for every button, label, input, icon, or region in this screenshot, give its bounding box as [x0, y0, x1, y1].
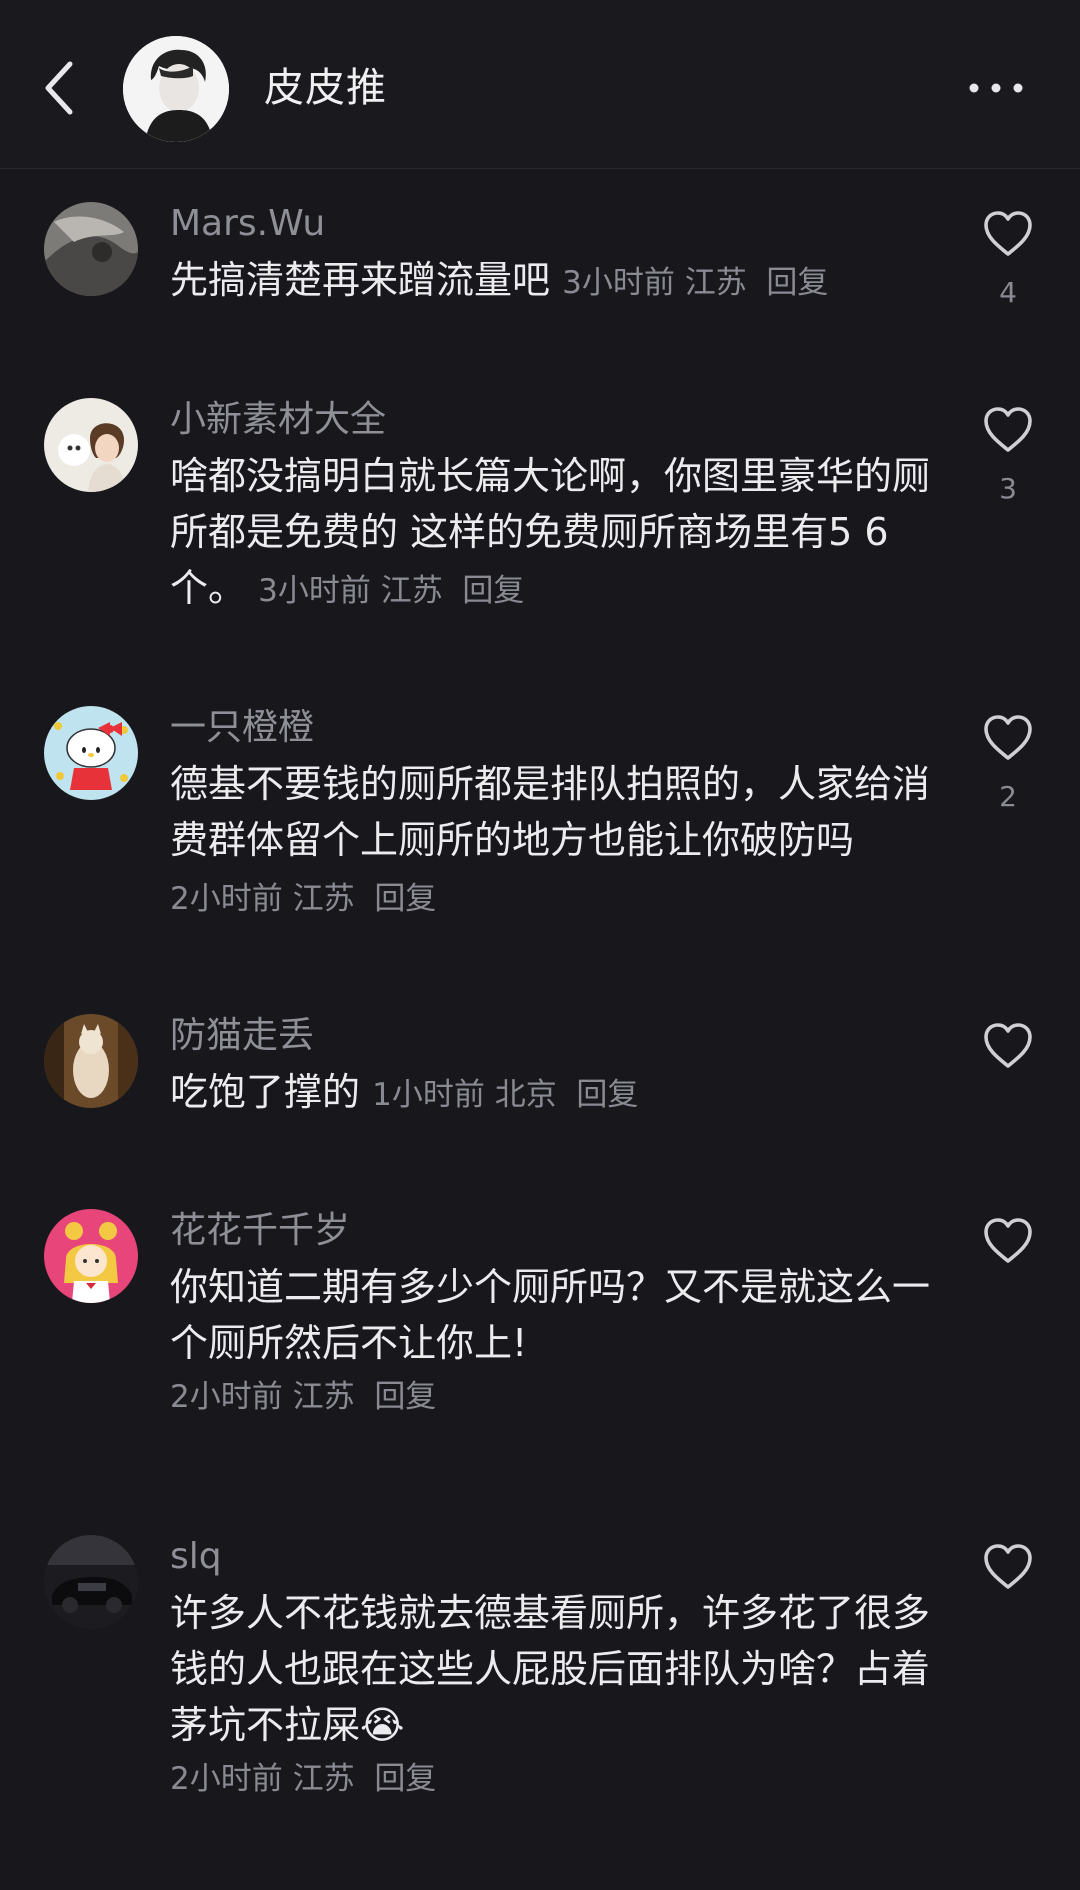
comment-location: 北京	[494, 1077, 557, 1113]
comment-text: 先搞清楚再来蹭流量吧 3小时前 江苏 回复	[170, 252, 930, 311]
commenter-avatar[interactable]	[44, 398, 138, 492]
comment-time: 3小时前	[562, 265, 675, 301]
like-button[interactable]	[980, 1018, 1036, 1074]
top-bar: 皮皮推	[0, 0, 1080, 169]
commenter-name[interactable]: Mars.Wu	[170, 200, 325, 248]
crying-emoji-icon: 😭	[360, 1703, 405, 1747]
comment-text: 许多人不花钱就去德基看厕所，许多花了很多钱的人也跟在这些人屁股后面排队为啥？占着…	[170, 1585, 930, 1753]
reply-button[interactable]: 回复	[766, 265, 828, 301]
like-button[interactable]	[980, 402, 1036, 458]
commenter-name[interactable]: 小新素材大全	[170, 396, 386, 444]
reply-button[interactable]: 回复	[374, 1761, 436, 1797]
comment-text: 德基不要钱的厕所都是排队拍照的，人家给消费群体留个上厕所的地方也能让你破防吗 2…	[170, 756, 930, 927]
comment-content: 许多人不花钱就去德基看厕所，许多花了很多钱的人也跟在这些人屁股后面排队为啥？占着…	[170, 1591, 931, 1747]
heart-outline-icon	[984, 1544, 1032, 1589]
comment-meta: 3小时前 江苏 回复	[562, 265, 828, 301]
comment-meta: 2小时前 江苏 回复	[170, 1369, 436, 1425]
comment-time: 2小时前	[170, 1379, 283, 1415]
comment-location: 江苏	[292, 881, 355, 917]
like-button[interactable]	[980, 710, 1036, 766]
comment-content: 你知道二期有多少个厕所吗？又不是就这么一个厕所然后不让你上!	[170, 1265, 931, 1365]
comment-meta: 3小时前 江苏 回复	[258, 573, 524, 609]
heart-outline-icon	[984, 1023, 1032, 1068]
heart-outline-icon	[984, 407, 1032, 452]
comment-content: 吃饱了撑的	[170, 1070, 361, 1114]
commenter-name[interactable]: slq	[170, 1533, 222, 1581]
like-button[interactable]	[980, 1213, 1036, 1269]
avatar-image	[123, 36, 229, 142]
back-button[interactable]	[38, 58, 82, 118]
like-button[interactable]	[980, 1539, 1036, 1595]
like-count: 3	[999, 472, 1017, 505]
comment-time: 1小时前	[372, 1077, 485, 1113]
comment-text: 吃饱了撑的 1小时前 北京 回复	[170, 1064, 930, 1123]
commenter-avatar[interactable]	[44, 1535, 138, 1629]
avatar-image	[44, 398, 138, 492]
chevron-left-icon	[45, 61, 73, 115]
comment-content: 德基不要钱的厕所都是排队拍照的，人家给消费群体留个上厕所的地方也能让你破防吗	[170, 762, 931, 862]
author-avatar[interactable]	[123, 36, 229, 142]
comment-location: 江苏	[292, 1379, 355, 1415]
comment-time: 2小时前	[170, 1761, 283, 1797]
avatar-image	[44, 706, 138, 800]
comment-time: 3小时前	[258, 573, 371, 609]
reply-button[interactable]: 回复	[576, 1077, 638, 1113]
like-button[interactable]	[980, 206, 1036, 262]
more-options-button[interactable]	[968, 80, 1024, 96]
like-count: 4	[999, 276, 1017, 309]
like-count: 2	[999, 780, 1017, 813]
comment-location: 江苏	[292, 1761, 355, 1797]
heart-outline-icon	[984, 1218, 1032, 1263]
comment-text: 啥都没搞明白就长篇大论啊，你图里豪华的厕所都是免费的 这样的免费厕所商场里有5 …	[170, 448, 930, 619]
comment-text: 你知道二期有多少个厕所吗？又不是就这么一个厕所然后不让你上!	[170, 1259, 930, 1371]
reply-button[interactable]: 回复	[374, 881, 436, 917]
comment-meta: 1小时前 北京 回复	[372, 1077, 638, 1113]
reply-button[interactable]: 回复	[462, 573, 524, 609]
commenter-avatar[interactable]	[44, 202, 138, 296]
comment-meta: 2小时前 江苏 回复	[170, 881, 436, 917]
avatar-image	[44, 1014, 138, 1108]
commenter-name[interactable]: 一只橙橙	[170, 704, 314, 752]
commenter-avatar[interactable]	[44, 1209, 138, 1303]
page-title: 皮皮推	[264, 65, 387, 111]
commenter-name[interactable]: 防猫走丢	[170, 1012, 314, 1060]
comment-meta: 2小时前 江苏 回复	[170, 1751, 436, 1807]
commenter-avatar[interactable]	[44, 706, 138, 800]
commenter-name[interactable]: 花花千千岁	[170, 1207, 350, 1255]
comment-location: 江苏	[380, 573, 443, 609]
avatar-image	[44, 1535, 138, 1629]
reply-button[interactable]: 回复	[374, 1379, 436, 1415]
avatar-image	[44, 202, 138, 296]
comment-time: 2小时前	[170, 881, 283, 917]
comment-location: 江苏	[684, 265, 747, 301]
commenter-avatar[interactable]	[44, 1014, 138, 1108]
avatar-image	[44, 1209, 138, 1303]
heart-outline-icon	[984, 211, 1032, 256]
more-horizontal-icon	[969, 83, 1023, 93]
heart-outline-icon	[984, 715, 1032, 760]
comment-content: 先搞清楚再来蹭流量吧	[170, 258, 551, 302]
